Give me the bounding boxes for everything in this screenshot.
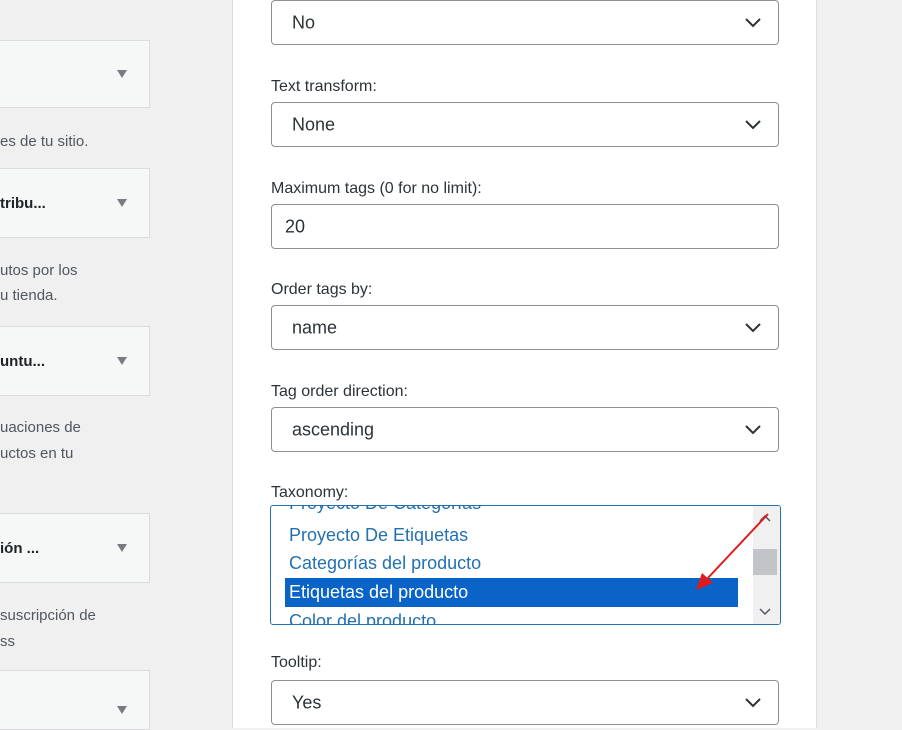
order-by-value: name	[292, 317, 338, 337]
widget-item-3[interactable]: untu...	[0, 326, 150, 396]
taxonomy-option[interactable]: Categorías del producto	[289, 553, 481, 574]
taxonomy-option[interactable]: Color del producto	[289, 611, 436, 624]
chevron-down-icon	[745, 322, 761, 332]
caret-down-icon[interactable]	[117, 357, 127, 365]
top-select[interactable]: No	[271, 0, 779, 45]
chevron-down-icon	[745, 119, 761, 129]
text-transform-value: None	[292, 114, 336, 134]
order-by-label: Order tags by:	[271, 281, 373, 298]
widget-description: uaciones de	[0, 419, 81, 436]
widget-description: suscripción de	[0, 607, 96, 624]
order-by-select[interactable]: name	[271, 305, 779, 350]
widget-title: ión ...	[0, 539, 40, 557]
widget-title: untu...	[0, 352, 45, 370]
widget-title: tribu...	[0, 194, 46, 212]
text-transform-select[interactable]: None	[271, 102, 779, 147]
order-direction-value: ascending	[292, 419, 375, 439]
max-tags-input[interactable]: 20	[271, 204, 779, 249]
chevron-down-icon	[745, 424, 761, 434]
widget-description: es de tu sitio.	[0, 133, 89, 150]
widget-item-2[interactable]: tribu...	[0, 168, 150, 238]
widget-item-5[interactable]	[0, 670, 150, 730]
scroll-down-icon[interactable]	[759, 608, 771, 616]
caret-down-icon[interactable]	[117, 70, 127, 78]
max-tags-value: 20	[285, 216, 306, 236]
taxonomy-label: Taxonomy:	[271, 484, 349, 501]
taxonomy-option-selected[interactable]: Etiquetas del producto	[285, 578, 738, 607]
widget-item-4[interactable]: ión ...	[0, 513, 150, 583]
taxonomy-option[interactable]: Proyecto De Etiquetas	[289, 525, 468, 546]
caret-down-icon[interactable]	[117, 706, 127, 714]
widget-description: uctos en tu	[0, 445, 74, 462]
widget-description: utos por los	[0, 262, 78, 279]
caret-down-icon[interactable]	[117, 199, 127, 207]
widget-item-1[interactable]	[0, 40, 150, 108]
tooltip-select[interactable]: Yes	[271, 680, 779, 725]
top-select-value: No	[292, 12, 316, 32]
tooltip-label: Tooltip:	[271, 654, 322, 671]
chevron-down-icon	[745, 697, 761, 707]
widget-description: u tienda.	[0, 287, 58, 304]
widget-description: ss	[0, 633, 15, 650]
order-direction-select[interactable]: ascending	[271, 407, 779, 452]
annotation-arrow-icon	[696, 513, 769, 590]
max-tags-label: Maximum tags (0 for no limit):	[271, 180, 482, 197]
caret-down-icon[interactable]	[117, 544, 127, 552]
taxonomy-option[interactable]: Proyecto De Categorías	[289, 506, 481, 514]
tooltip-value: Yes	[292, 692, 322, 712]
order-direction-label: Tag order direction:	[271, 383, 408, 400]
chevron-down-icon	[745, 17, 761, 27]
widget-title	[0, 671, 110, 729]
text-transform-label: Text transform:	[271, 78, 377, 95]
widget-title	[0, 41, 110, 107]
